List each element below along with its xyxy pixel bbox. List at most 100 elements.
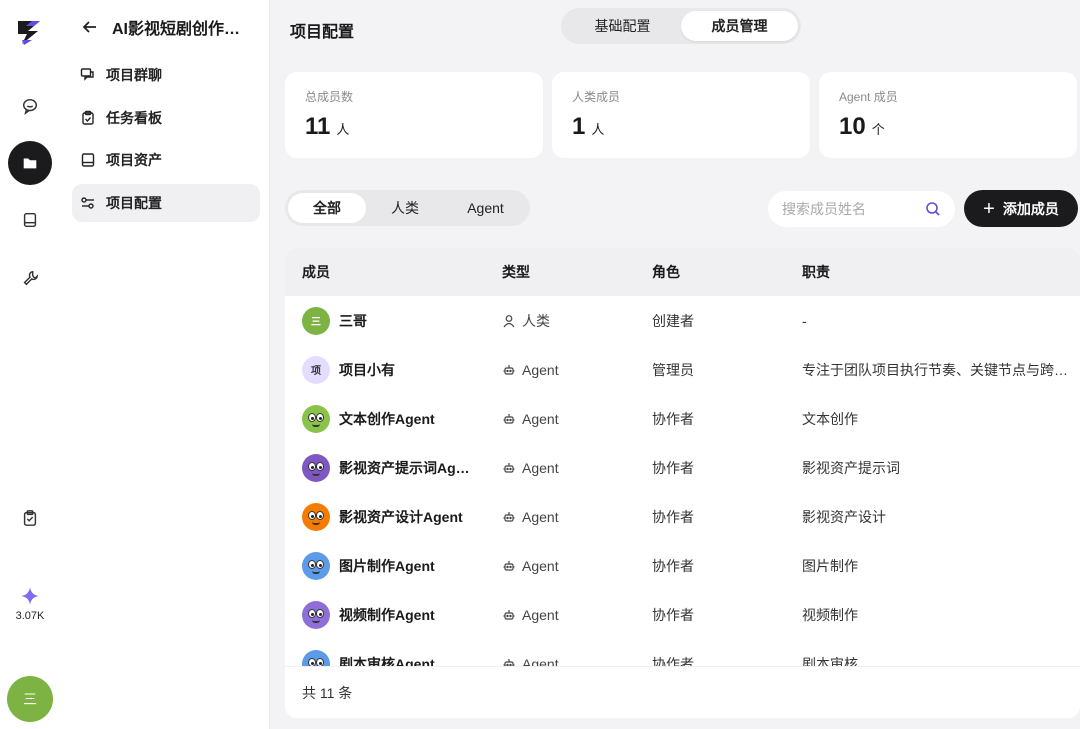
table-row[interactable]: 项 项目小有 Agent 管理员 专注于团队项目执行节奏、关键节点与跨… bbox=[285, 345, 1080, 394]
role-cell: 创建者 bbox=[652, 312, 694, 329]
duty-cell: 文本创作 bbox=[802, 410, 858, 427]
type-cell: Agent bbox=[502, 558, 559, 574]
stat-value: 11 bbox=[305, 113, 331, 140]
stat-card-agent: Agent 成员 10 个 bbox=[819, 72, 1077, 158]
sidebar-item-group-chat[interactable]: 项目群聊 bbox=[72, 56, 260, 94]
tab-member-management[interactable]: 成员管理 bbox=[681, 11, 798, 41]
member-name: 影视资产设计Agent bbox=[339, 508, 463, 525]
header-member: 成员 bbox=[302, 264, 330, 280]
member-name: 剧本审核Agent bbox=[339, 655, 435, 667]
duty-cell: 影视资产设计 bbox=[802, 508, 886, 525]
table-row[interactable]: 影视资产提示词Ag… Agent 协作者 影视资产提示词 bbox=[285, 443, 1080, 492]
credits-counter[interactable]: 3.07K bbox=[0, 586, 60, 622]
search-icon[interactable] bbox=[925, 201, 941, 217]
chat-icon[interactable] bbox=[8, 84, 52, 128]
robot-icon bbox=[503, 560, 515, 571]
table-row[interactable]: 剧本审核Agent Agent 协作者 剧本审核 bbox=[285, 639, 1080, 666]
sidebar-item-label: 项目资产 bbox=[106, 152, 162, 168]
sidebar-item-label: 任务看板 bbox=[106, 110, 162, 126]
duty-cell: 视频制作 bbox=[802, 606, 858, 623]
member-name: 三哥 bbox=[339, 312, 367, 329]
add-member-label: 添加成员 bbox=[1002, 200, 1059, 217]
role-cell: 协作者 bbox=[652, 459, 694, 476]
header-type: 类型 bbox=[502, 264, 530, 280]
filter-human[interactable]: 人类 bbox=[366, 193, 444, 223]
type-cell: Agent bbox=[502, 460, 559, 476]
robot-icon bbox=[503, 511, 515, 522]
total-count: 共 11 条 bbox=[302, 684, 353, 701]
robot-icon bbox=[503, 609, 515, 620]
member-cell: 图片制作Agent bbox=[302, 551, 477, 580]
agent-avatar bbox=[302, 600, 330, 629]
duty-cell: 剧本审核 bbox=[802, 655, 858, 667]
avatar-initial: 三 bbox=[23, 691, 37, 707]
clipboard-icon[interactable] bbox=[8, 496, 52, 540]
member-name: 图片制作Agent bbox=[339, 557, 435, 574]
project-sidebar: AI影视短剧创作… 项目群聊 任务看板 项目资产 项目配置 bbox=[60, 0, 270, 729]
stat-unit: 人 bbox=[591, 122, 605, 137]
table-row[interactable]: 影视资产设计Agent Agent 协作者 影视资产设计 bbox=[285, 492, 1080, 541]
role-cell: 协作者 bbox=[652, 410, 694, 427]
robot-icon bbox=[503, 364, 515, 375]
avatar: 项 bbox=[302, 355, 330, 384]
stat-label: 人类成员 bbox=[572, 90, 621, 104]
type-label: Agent bbox=[522, 508, 559, 525]
agent-avatar bbox=[302, 453, 330, 482]
robot-icon bbox=[503, 658, 515, 666]
sidebar-item-assets[interactable]: 项目资产 bbox=[72, 141, 260, 179]
sidebar-item-config[interactable]: 项目配置 bbox=[72, 184, 260, 222]
tab-basic-config[interactable]: 基础配置 bbox=[564, 11, 681, 41]
header-duty: 职责 bbox=[802, 264, 830, 280]
stat-unit: 人 bbox=[336, 122, 350, 137]
type-cell: Agent bbox=[502, 411, 559, 427]
avatar: 三 bbox=[302, 306, 330, 335]
agent-avatar bbox=[302, 551, 330, 580]
role-cell: 协作者 bbox=[652, 557, 694, 574]
member-cell: 视频制作Agent bbox=[302, 600, 477, 629]
avatar-initial: 项 bbox=[311, 366, 321, 377]
folder-icon[interactable] bbox=[8, 141, 52, 185]
wrench-icon[interactable] bbox=[8, 256, 52, 300]
sidebar-item-task-board[interactable]: 任务看板 bbox=[72, 99, 260, 137]
role-cell: 管理员 bbox=[652, 361, 694, 378]
plus-icon: + bbox=[983, 197, 995, 220]
left-rail: 3.07K 三 bbox=[0, 0, 60, 729]
type-label: Agent bbox=[522, 606, 559, 623]
agent-avatar bbox=[302, 404, 330, 433]
main-content: 项目配置 基础配置 成员管理 总成员数 11 人 人类成员 1人 Agent 成员… bbox=[270, 0, 1080, 729]
app-logo[interactable] bbox=[14, 16, 46, 48]
table-footer: 共 11 条 bbox=[285, 666, 1080, 718]
chat-bubbles-icon bbox=[80, 68, 94, 81]
book-icon bbox=[81, 153, 95, 167]
sidebar-item-label: 项目群聊 bbox=[106, 67, 162, 83]
type-label: Agent bbox=[522, 410, 559, 427]
filter-all[interactable]: 全部 bbox=[288, 193, 366, 223]
table-row[interactable]: 视频制作Agent Agent 协作者 视频制作 bbox=[285, 590, 1080, 639]
filter-agent[interactable]: Agent bbox=[444, 193, 527, 223]
table-row[interactable]: 文本创作Agent Agent 协作者 文本创作 bbox=[285, 394, 1080, 443]
table-row[interactable]: 图片制作Agent Agent 协作者 图片制作 bbox=[285, 541, 1080, 590]
duty-cell: 影视资产提示词 bbox=[802, 459, 900, 476]
type-cell: Agent bbox=[502, 656, 559, 666]
header-role: 角色 bbox=[652, 264, 680, 280]
config-tabs: 基础配置 成员管理 bbox=[561, 8, 801, 44]
type-cell: 人类 bbox=[502, 311, 550, 331]
stat-unit: 个 bbox=[871, 122, 885, 137]
member-name: 项目小有 bbox=[339, 361, 395, 378]
agent-avatar bbox=[302, 502, 330, 531]
stat-value: 10 bbox=[839, 113, 866, 140]
sidebar-item-label: 项目配置 bbox=[106, 195, 162, 211]
table-body: 三 三哥 人类 创建者 - 项 项目小有 Agent 管理员 专注于团队项目执行… bbox=[285, 296, 1080, 666]
person-icon bbox=[503, 314, 515, 327]
sliders-icon bbox=[81, 197, 94, 209]
member-cell: 文本创作Agent bbox=[302, 404, 477, 433]
add-member-button[interactable]: + 添加成员 bbox=[964, 190, 1078, 227]
book-icon[interactable] bbox=[8, 198, 52, 242]
search-input[interactable] bbox=[782, 201, 925, 217]
type-label: 人类 bbox=[522, 312, 550, 329]
back-arrow-icon[interactable] bbox=[80, 17, 100, 37]
member-name: 文本创作Agent bbox=[339, 410, 435, 427]
table-row[interactable]: 三 三哥 人类 创建者 - bbox=[285, 296, 1080, 345]
user-avatar[interactable]: 三 bbox=[7, 676, 53, 722]
duty-cell: 专注于团队项目执行节奏、关键节点与跨… bbox=[802, 361, 1068, 378]
